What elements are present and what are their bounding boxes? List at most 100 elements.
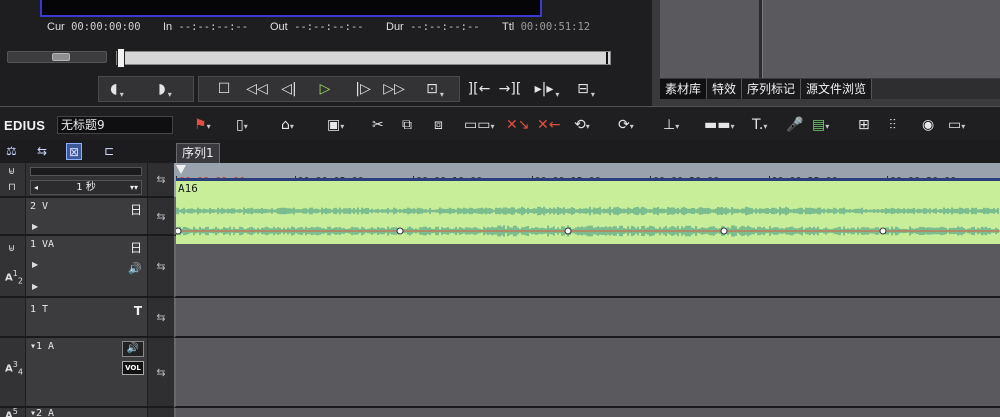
new-project-button[interactable]: ⚑▾ [194,116,211,134]
redo-button[interactable]: ⟳▾ [618,116,634,134]
rubberband-keyframe[interactable] [720,227,728,235]
track-lane-1va[interactable] [174,236,1000,298]
play-button[interactable]: ▷ [313,76,337,102]
track-header-2a[interactable]: A5 ▾2 A [0,407,174,417]
tab-source-browser[interactable]: 源文件浏览 [801,79,873,99]
step-forward-button[interactable]: |▷ [351,76,375,102]
step-forward-icon: |▷ [355,81,371,97]
paste-button[interactable]: ⧈ [434,116,443,134]
step-back-button[interactable]: ◁| [277,76,301,102]
tab-bin[interactable]: 素材库 [660,79,708,99]
rewind-icon: ◁◁ [246,81,268,97]
bin-clip-pane [762,0,1000,78]
mixer-icon: ⫶⫶ [889,117,896,133]
new-sequence-button[interactable]: ▯▾ [236,116,248,134]
track-lane-1t[interactable] [174,298,1000,338]
flag-icon: ⚑ [194,117,207,133]
save-icon: ▣ [327,117,341,133]
sync-toggle[interactable]: ⇆ [147,163,174,196]
rubberband-keyframe[interactable] [879,227,887,235]
expand-icon[interactable]: ▶ [32,222,38,231]
snap-mode-button[interactable]: ⚖ [6,143,17,160]
sequence-tab[interactable]: 序列1 [176,143,220,163]
playhead-marker[interactable] [176,165,186,174]
sequence-settings-button[interactable]: ⊞ [858,116,870,134]
track-lane-2a[interactable] [174,408,1000,417]
ripple-delete-button[interactable]: ✕← [537,116,560,134]
render-icon: ▤ [812,117,826,133]
group-mode-button[interactable]: ⇆ [37,143,47,160]
app-logo: EDIUS [4,118,46,133]
mark-in-button[interactable]: ◖ ▾ [106,76,128,102]
match-frame-out-button[interactable]: →][ [497,76,523,102]
zoom-select[interactable]: ◂ 1 秒 ▾▾ [30,180,142,195]
expand-video-icon[interactable]: ▶ [32,260,38,269]
copy-icon: ⧉ [402,117,412,133]
voiceover-button[interactable]: 🎤 [786,116,803,134]
ripple-icon: ⊠ [69,145,80,159]
cur-timecode: Cur 00:00:00:00 [47,21,141,33]
title-mute-icon[interactable]: T [134,304,142,318]
expand-audio-icon[interactable]: ▶ [32,282,38,291]
match-frame-in-button[interactable]: ][← [466,76,492,102]
preview-window: Cur 00:00:00:00 In --:--:--:-- Out --:--… [0,0,652,106]
track-lane-1a[interactable] [174,338,1000,408]
transport-controls: ◖ ▾ ◗ ▾ ☐ ◁◁ ◁| ▷ |▷ ▷▷ ⊡ ▾ ][← →][ ▸|▸ ▾ ⊟ ▾ [0,76,652,102]
track-header-2v[interactable]: 2 V 日 ▶ ⇆ [0,198,174,236]
rewind-button[interactable]: ◁◁ [243,76,271,102]
loop-button[interactable]: ⊡ ▾ [416,76,454,102]
track-header-1a[interactable]: A34 ▾1 A 🔊 VOL ⇆ [0,338,174,408]
mixer-button[interactable]: ⫶⫶ [889,116,896,134]
group-icon: ⇆ [37,144,48,158]
split-icon: ⊥ [663,117,676,133]
ripple-mode-button[interactable]: ⊠ [66,143,83,160]
tab-effects[interactable]: 特效 [707,79,743,99]
output-button[interactable]: ⊟ ▾ [570,76,602,102]
rubberband-keyframe[interactable] [176,227,182,235]
insert-button[interactable]: ▸|▸ ▾ [527,76,567,102]
tab-sequence-markers[interactable]: 序列标记 [742,79,802,99]
link-icon: ⇆ [156,365,166,379]
copy-button[interactable]: ⧉ [402,116,412,134]
delete-icon: ✕↘ [506,117,530,133]
timeline-toolbar: EDIUS 无标题9 ⚑▾ ▯▾ ⌂▾ ▣▾ ✂ ⧉ ⧈ ▭▭▾ ✕↘ ✕← ⟲… [0,106,1000,140]
transition-button[interactable]: ▬▬▾ [704,116,734,134]
project-name-field[interactable]: 无标题9 [57,116,173,134]
mark-out-button[interactable]: ◗ ▾ [148,76,182,102]
scrub-bar[interactable] [116,48,611,68]
sync-mode-button[interactable]: ⊏ [104,143,114,160]
fast-forward-button[interactable]: ▷▷ [380,76,408,102]
rubberband-keyframe[interactable] [564,227,572,235]
shuttle-knob[interactable] [52,53,70,61]
scope-icon: ◉ [922,117,935,133]
channel-map-label: A34 [5,360,23,377]
track-header-1va[interactable]: ⊌ A12 1 VA 日 ▶ 🔊 ▶ ⇆ [0,236,174,298]
speaker-icon[interactable]: 🔊 [128,262,142,275]
shuttle-slider[interactable] [7,51,107,63]
undo-button[interactable]: ⟲▾ [574,116,590,134]
split-button[interactable]: ⊥▾ [663,116,679,134]
match-in-icon: ][← [467,81,491,97]
layout-button[interactable]: ▭▾ [948,116,965,134]
audio-mute-button[interactable]: 🔊 [122,341,144,357]
replace-button[interactable]: ▭▭▾ [464,116,494,134]
open-button[interactable]: ⌂▾ [281,116,294,134]
rubberband-keyframe[interactable] [396,227,404,235]
video-mute-icon[interactable]: 日 [130,239,142,256]
delete-button[interactable]: ✕↘ [506,116,529,134]
video-mute-icon[interactable]: 日 [130,201,142,218]
document-icon: ▯ [236,117,244,133]
zoom-slider[interactable] [30,167,142,176]
cut-button[interactable]: ✂ [372,116,384,134]
playhead-handle[interactable] [117,48,125,68]
stop-button[interactable]: ☐ [212,76,236,102]
render-button[interactable]: ▤▾ [812,116,829,134]
title-button[interactable]: T.▾ [752,116,767,134]
insert-icon: ▸|▸ [534,81,554,97]
audio-clip[interactable]: A16 [176,178,1000,244]
vol-button[interactable]: VOL [122,361,144,375]
grid-icon: ⊞ [858,117,870,133]
track-header-1t[interactable]: 1 T T ⇆ [0,298,174,338]
vectorscope-button[interactable]: ◉ [922,116,934,134]
save-button[interactable]: ▣▾ [327,116,344,134]
